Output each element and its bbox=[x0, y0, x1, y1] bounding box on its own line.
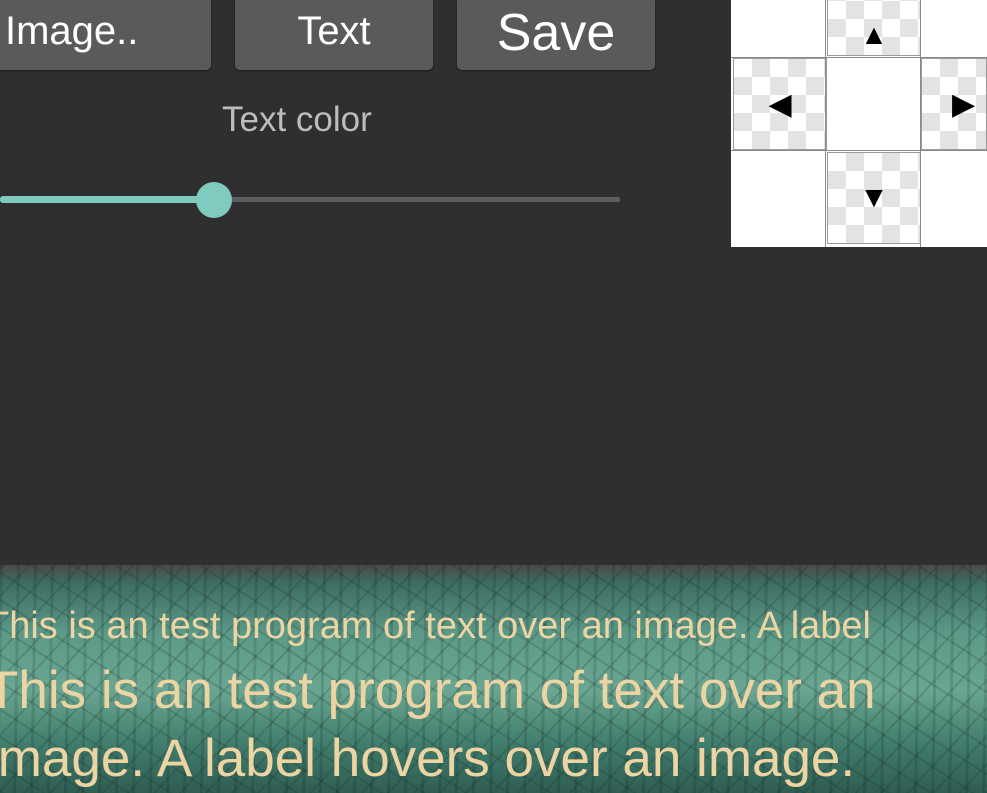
arrow-left-icon: ◀ bbox=[768, 87, 792, 121]
text-button[interactable]: Text bbox=[235, 0, 433, 70]
overlay-label-large: This is an test program of text over an … bbox=[0, 661, 876, 788]
arrow-right-icon: ▶ bbox=[952, 87, 976, 121]
dpad-divider bbox=[731, 150, 987, 151]
direction-pad: ▲ ◀ ▶ ▼ bbox=[731, 0, 987, 247]
dpad-divider bbox=[825, 0, 826, 247]
move-right-button[interactable]: ▶ bbox=[921, 58, 987, 150]
dpad-divider bbox=[920, 0, 921, 247]
slider-thumb[interactable] bbox=[196, 182, 232, 218]
move-left-button[interactable]: ◀ bbox=[733, 58, 827, 150]
save-button[interactable]: Save bbox=[457, 0, 655, 70]
image-button[interactable]: Image.. bbox=[0, 0, 211, 70]
arrow-up-icon: ▲ bbox=[860, 19, 888, 50]
slider-fill bbox=[0, 196, 214, 203]
arrow-down-icon: ▼ bbox=[859, 181, 889, 214]
dpad-divider bbox=[731, 57, 987, 58]
overlay-label-small: This is an test program of text over an … bbox=[0, 605, 872, 647]
move-down-button[interactable]: ▼ bbox=[827, 152, 921, 244]
background-image: This is an test program of text over an … bbox=[0, 565, 987, 793]
text-color-label: Text color bbox=[222, 100, 372, 139]
move-up-button[interactable]: ▲ bbox=[827, 0, 921, 56]
